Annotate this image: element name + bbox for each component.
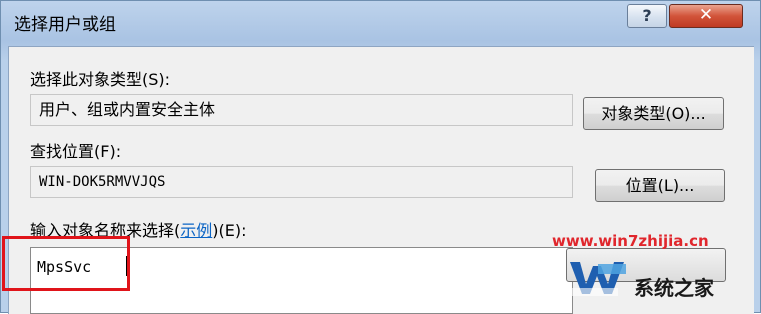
- object-type-field: 用户、组或内置安全主体: [30, 94, 573, 126]
- watermark-url: www.win7zhijia.cn: [552, 232, 709, 250]
- title-bar[interactable]: 选择用户或组 ? ✕: [1, 1, 761, 45]
- examples-link[interactable]: 示例: [180, 221, 212, 240]
- windows-w-logo-icon: [570, 262, 626, 296]
- help-button[interactable]: ?: [627, 4, 667, 28]
- window-title: 选择用户或组: [14, 15, 116, 35]
- location-label: 查找位置(F):: [30, 142, 122, 161]
- location-field: WIN-DOK5RMVVJQS: [30, 166, 573, 198]
- close-button[interactable]: ✕: [669, 4, 743, 28]
- object-type-label: 选择此对象类型(S):: [30, 70, 171, 89]
- highlight-box: [2, 236, 130, 291]
- object-types-button[interactable]: 对象类型(O)...: [583, 97, 724, 130]
- enter-names-label-suffix: )(E):: [212, 221, 247, 240]
- watermark-brand: 系统之家: [634, 276, 714, 300]
- locations-button[interactable]: 位置(L)...: [595, 169, 725, 202]
